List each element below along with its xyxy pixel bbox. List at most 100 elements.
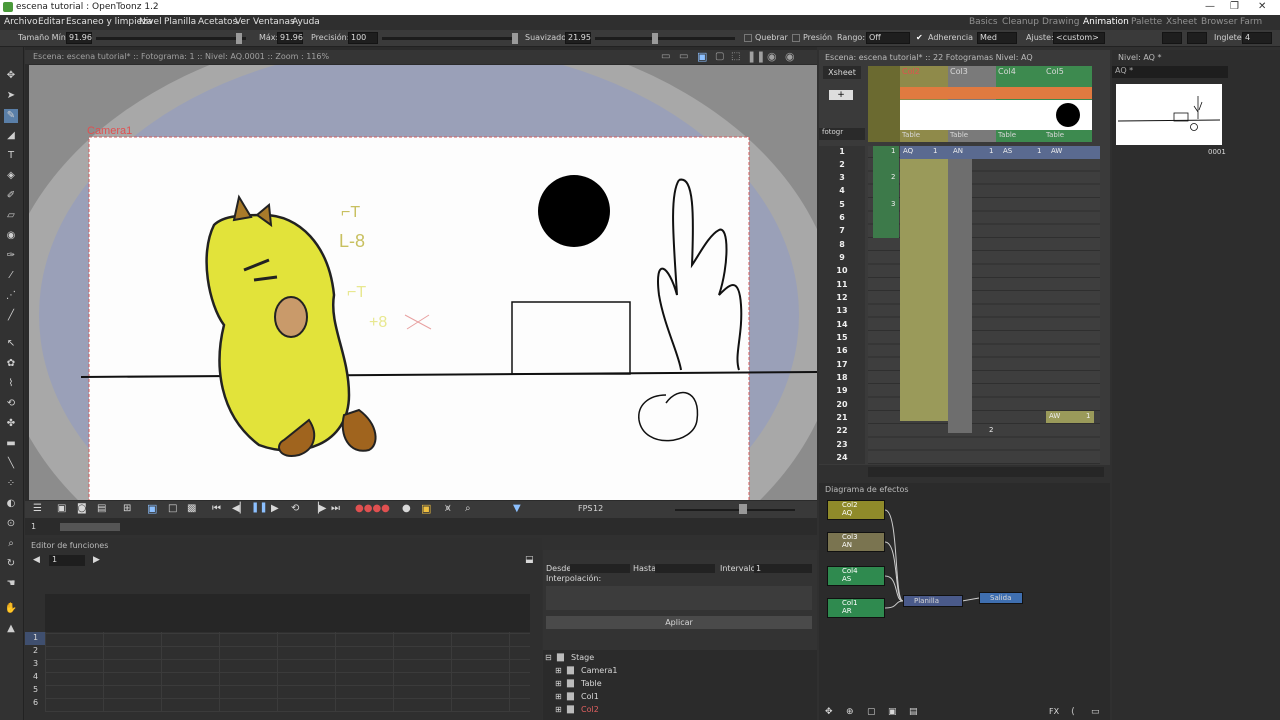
bg-checker-icon[interactable]: ▩ (187, 503, 196, 514)
frame-field[interactable]: 1 (31, 522, 36, 531)
fn-next-icon[interactable]: ▶ (93, 555, 100, 565)
close-icon[interactable]: ✕ (1258, 1, 1266, 12)
type-tool-icon[interactable]: T (4, 149, 18, 163)
menu-editar[interactable]: Editar (38, 17, 65, 27)
camera-view-icon[interactable]: ▭ (661, 51, 670, 62)
frame-row-2[interactable]: 2 (819, 160, 865, 169)
hook-tool-icon[interactable]: ⌇ (4, 377, 18, 391)
from-field[interactable] (570, 564, 630, 573)
preview-eye-icon[interactable]: ◉ (767, 50, 777, 63)
last-frame-icon[interactable]: ⏭ (331, 503, 340, 514)
fn-spreadsheet-grid[interactable] (45, 632, 530, 712)
smooth-knob[interactable] (652, 33, 658, 44)
col4-camstand-toggle[interactable] (996, 87, 1044, 99)
frame-row-18[interactable]: 18 (819, 373, 865, 382)
room-animation[interactable]: Animation (1083, 17, 1129, 27)
fn-prev-icon[interactable]: ◀ (33, 555, 40, 565)
precision-field[interactable]: 100 (348, 32, 378, 44)
frame-row-7[interactable]: 7 (819, 226, 865, 235)
range-select[interactable]: Off (866, 32, 910, 44)
level-frame-thumbnail[interactable] (1116, 84, 1222, 145)
rgb-picker-icon[interactable]: ⁄ (4, 269, 18, 283)
prev-frame-icon[interactable]: ◀▏ (232, 503, 247, 514)
sub-camera-icon[interactable]: ⬚ (731, 51, 740, 62)
tree-camera1[interactable]: Camera1 (581, 666, 617, 675)
frame-row-5[interactable]: 5 (819, 200, 865, 209)
skeleton-tool-icon[interactable]: ↖ (4, 337, 18, 351)
frame-row-10[interactable]: 10 (819, 266, 865, 275)
precision-slider[interactable] (382, 37, 516, 40)
menu-icon[interactable]: ☰ (33, 503, 42, 514)
fps-slider-knob[interactable] (739, 504, 747, 514)
interp-settings[interactable] (546, 586, 812, 610)
frame-zoom-select[interactable]: fotogr (819, 128, 865, 140)
fn-toggle-icon[interactable]: ⬓ (525, 555, 534, 565)
next-frame-icon[interactable]: ▕▶ (311, 503, 326, 514)
fill-tool-icon[interactable]: ◈ (4, 169, 18, 183)
blender-tool-icon[interactable]: ◐ (4, 497, 18, 511)
col2-cells[interactable] (900, 146, 948, 421)
frame-row-19[interactable]: 19 (819, 386, 865, 395)
magnet-tool-icon[interactable]: ⁘ (4, 477, 18, 491)
menu-ventanas[interactable]: Ventanas (253, 17, 295, 27)
eraser-tool-icon[interactable]: ▱ (4, 209, 18, 223)
fx-node-col1[interactable]: Col1 AR (827, 598, 885, 618)
rotate-tool-icon[interactable]: ↻ (4, 557, 18, 571)
frame-row-12[interactable]: 12 (819, 293, 865, 302)
frame-slider[interactable] (60, 523, 120, 531)
level-select[interactable]: AQ * (1112, 66, 1228, 78)
room-cleanup[interactable]: Cleanup (1002, 17, 1039, 27)
loop-icon[interactable]: ⟲ (291, 503, 299, 514)
pause-icon[interactable]: ❚❚ (251, 502, 268, 513)
new-level-icon[interactable]: + (829, 90, 853, 100)
alpha-icon[interactable]: ● (402, 503, 411, 514)
table-expand-icon[interactable]: ⊞ (555, 679, 562, 688)
preview-icon[interactable]: ▢ (715, 51, 724, 62)
3d-view-icon[interactable]: ▣ (697, 50, 707, 63)
to-field[interactable] (655, 564, 715, 573)
control-point-icon[interactable]: ⋰ (4, 289, 18, 303)
room-farm[interactable]: Farm (1240, 17, 1262, 27)
fx-toggle[interactable]: FX (1049, 707, 1059, 716)
frame-row-23[interactable]: 23 (819, 440, 865, 449)
table-view-icon[interactable]: ▭ (679, 51, 688, 62)
maximize-icon[interactable]: ❐ (1230, 1, 1239, 12)
hand-tool-icon[interactable]: ✋ (4, 602, 18, 616)
menu-archivo[interactable]: Archivo (4, 17, 38, 27)
menu-planilla[interactable]: Planilla (164, 17, 196, 27)
xsheet-tab[interactable]: Xsheet (823, 66, 861, 79)
size-min-knob[interactable] (236, 33, 242, 44)
col3-parent[interactable]: Table (950, 131, 968, 139)
col5-header[interactable]: Col5 Table (1044, 66, 1092, 142)
size-min-field[interactable]: 91.96 (66, 32, 92, 44)
freeze-icon[interactable]: ❚❚ (747, 50, 765, 63)
tree-table[interactable]: Table (581, 679, 602, 688)
snap-checkbox[interactable]: ✔ (916, 33, 923, 42)
tree-col2[interactable]: Col2 (581, 705, 599, 714)
col2-expand-icon[interactable]: ⊞ (555, 705, 562, 714)
focus-icon[interactable]: ⊕ (846, 707, 854, 717)
fx-node-col2[interactable]: Col2 AQ (827, 500, 885, 520)
tree-col1[interactable]: Col1 (581, 692, 599, 701)
frame-row-1[interactable]: 1 (819, 147, 865, 156)
apply-button[interactable]: Aplicar (546, 616, 812, 629)
brush-tool-icon[interactable]: ✎ (4, 109, 18, 123)
fps-value[interactable]: 12 (593, 504, 603, 513)
miter-field[interactable]: 4 (1242, 32, 1272, 44)
frame-row-15[interactable]: 15 (819, 333, 865, 342)
col3-cells[interactable] (948, 146, 972, 433)
mountain-icon[interactable]: ⩙ (445, 503, 451, 514)
play-icon[interactable]: ▶ (271, 503, 279, 514)
tape-tool-icon[interactable]: ◉ (4, 229, 18, 243)
col3-camstand-toggle[interactable] (948, 87, 996, 99)
col2-camstand-toggle[interactable] (900, 87, 948, 99)
iron-tool-icon[interactable]: ▬ (4, 437, 18, 451)
tree-stage[interactable]: Stage (571, 653, 594, 662)
subcam-preview-icon[interactable]: ◉ (785, 50, 795, 63)
frame-row-13[interactable]: 13 (819, 306, 865, 315)
animate-tool-icon[interactable]: ✥ (4, 69, 18, 83)
break-checkbox[interactable] (744, 34, 752, 42)
finger-tool-icon[interactable]: ☚ (4, 577, 18, 591)
selection-tool-icon[interactable]: ➤ (4, 89, 18, 103)
reset-size-icon[interactable]: ▢ (867, 707, 876, 717)
